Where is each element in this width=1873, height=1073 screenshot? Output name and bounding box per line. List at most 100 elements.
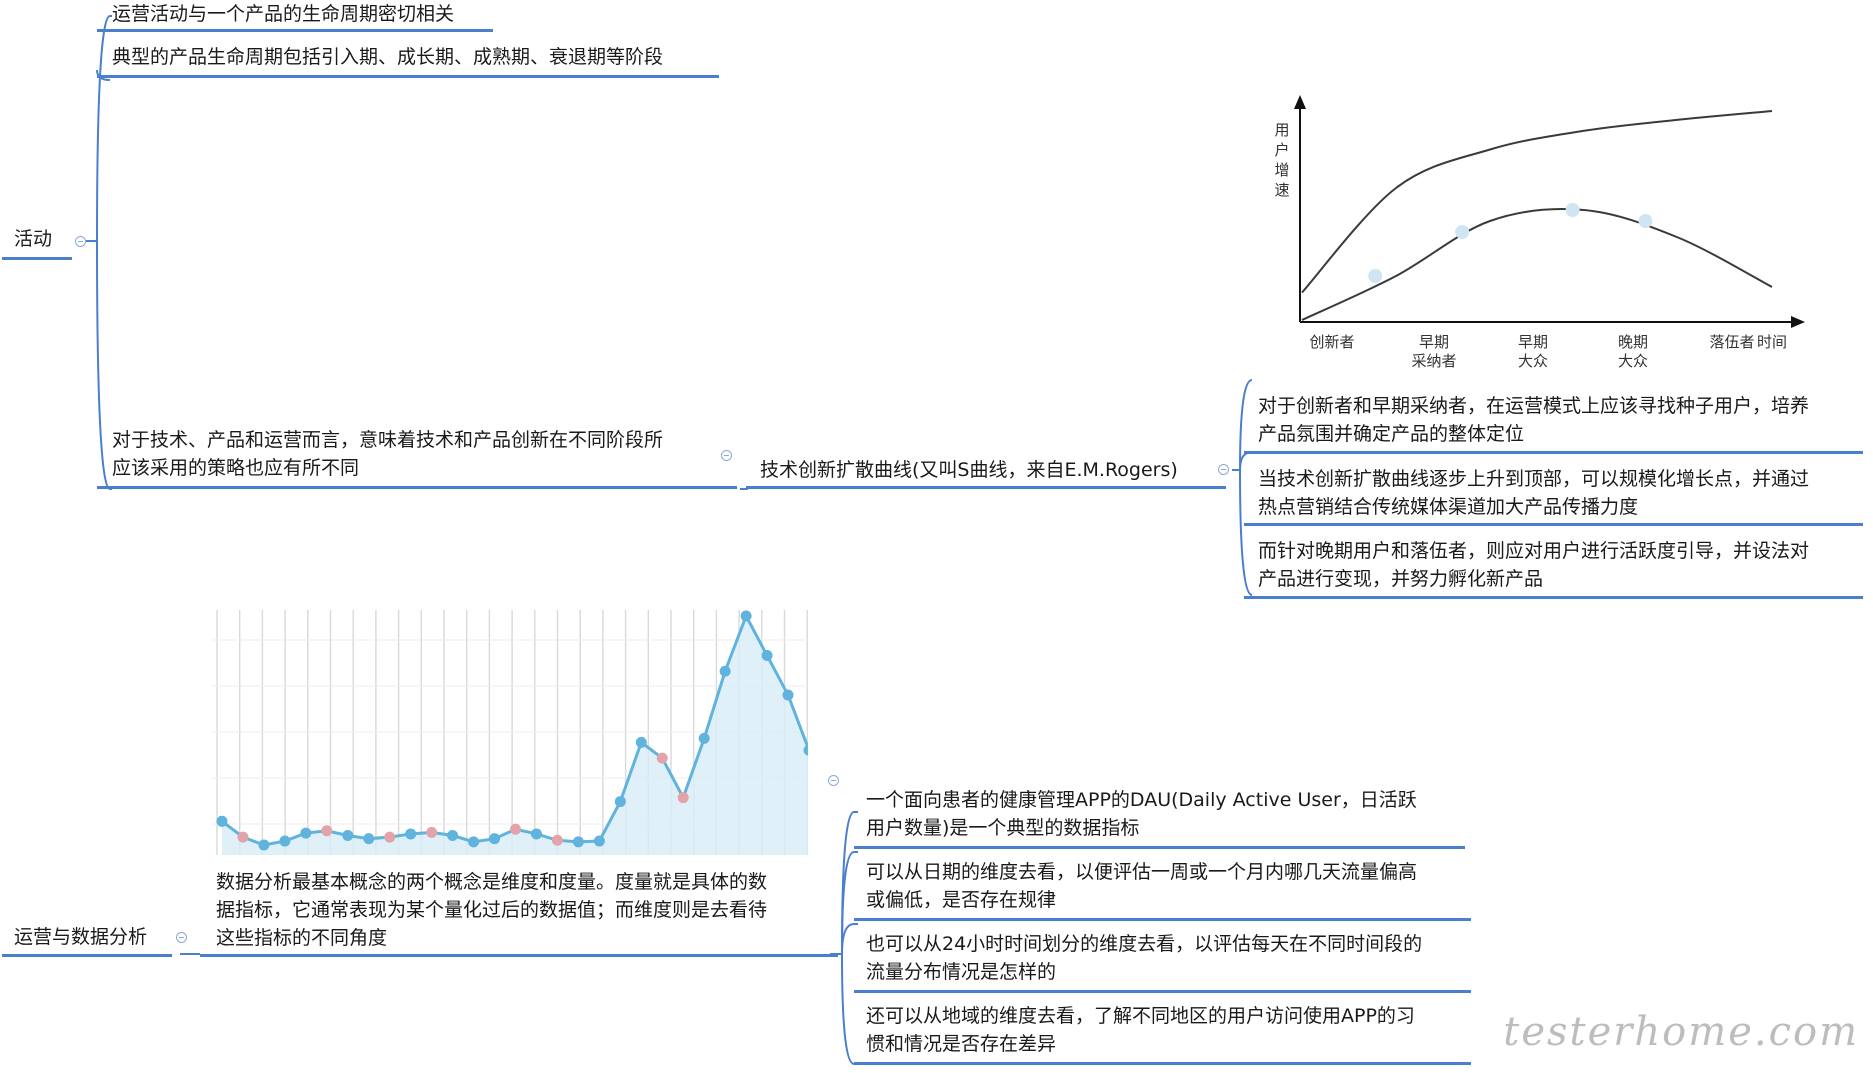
node-concept-line1: 数据分析最基本概念的两个概念是维度和度量。度量就是具体的数: [216, 871, 768, 893]
point-hour-dimension[interactable]: 也可以从24小时时间划分的维度去看，以评估每天在不同时间段的 流量分布情况是怎样…: [866, 930, 1422, 986]
node-lifecycle-underline: [97, 29, 493, 32]
point-date-line1: 可以从日期的维度去看，以便评估一周或一个月内哪几天流量偏高: [866, 861, 1418, 883]
note-innovators-line2: 产品氛围并确定产品的整体定位: [1258, 423, 1525, 445]
dau-point: [677, 792, 689, 804]
node-diffusion[interactable]: 技术创新扩散曲线(又叫S曲线，来自E.M.Rogers): [760, 456, 1178, 484]
x-tick-label: 落伍者: [1709, 333, 1754, 351]
dau-point: [614, 796, 626, 808]
node-stages-text: 典型的产品生命周期包括引入期、成长期、成熟期、衰退期等阶段: [112, 46, 664, 68]
point-hour-line1: 也可以从24小时时间划分的维度去看，以评估每天在不同时间段的: [866, 933, 1423, 955]
point-date-underline: [854, 918, 1471, 921]
dau-point: [530, 828, 542, 840]
y-axis-label: 速: [1274, 181, 1289, 199]
node-strategy[interactable]: 对于技术、产品和运营而言，意味着技术和产品创新在不同阶段所 应该采用的策略也应有…: [112, 426, 663, 482]
curve-marker: [1368, 269, 1383, 283]
x-tick-label: 创新者: [1309, 333, 1354, 351]
x-tick-label: 早期: [1518, 333, 1548, 351]
collapse-toggle-icon[interactable]: [721, 450, 732, 461]
topic-data-analysis[interactable]: 运营与数据分析: [14, 923, 147, 951]
x-tick-label: 大众: [1518, 352, 1548, 370]
node-stages-underline: [97, 75, 719, 78]
node-diffusion-underline: [746, 486, 1226, 489]
dau-point: [656, 752, 668, 764]
point-region-line2: 惯和情况是否存在差异: [866, 1033, 1057, 1055]
node-concept-underline: [200, 954, 838, 957]
node-concept-line3: 这些指标的不同角度: [216, 927, 388, 949]
node-stages[interactable]: 典型的产品生命周期包括引入期、成长期、成熟期、衰退期等阶段: [112, 43, 663, 71]
note-laggards[interactable]: 而针对晚期用户和落伍者，则应对用户进行活跃度引导，并设法对 产品进行变现，并努力…: [1258, 537, 1809, 593]
dau-point: [593, 835, 605, 847]
point-dau-line2: 用户数量)是一个典型的数据指标: [866, 817, 1140, 839]
dau-point: [447, 830, 459, 842]
dau-point: [761, 649, 773, 661]
note-peak[interactable]: 当技术创新扩散曲线逐步上升到顶部，可以规模化增长点，并通过 热点营销结合传统媒体…: [1258, 465, 1809, 521]
point-region-underline: [854, 1062, 1471, 1065]
dau-point: [216, 815, 228, 827]
node-lifecycle[interactable]: 运营活动与一个产品的生命周期密切相关: [112, 0, 454, 28]
x-tick-label: 大众: [1618, 352, 1648, 370]
node-strategy-line1: 对于技术、产品和运营而言，意味着技术和产品创新在不同阶段所: [112, 429, 664, 451]
topic-activity-underline: [2, 257, 72, 260]
dau-point: [237, 831, 249, 843]
note-innovators[interactable]: 对于创新者和早期采纳者，在运营模式上应该寻找种子用户，培养 产品氛围并确定产品的…: [1258, 392, 1809, 448]
dau-line-chart: [213, 610, 808, 855]
x-tick-label: 早期: [1419, 333, 1449, 351]
y-axis-label: 增: [1274, 161, 1289, 179]
dau-point: [426, 826, 438, 838]
note-innovators-underline: [1244, 451, 1863, 454]
y-axis-label: 用: [1274, 121, 1289, 139]
dau-point: [782, 689, 794, 701]
dau-area: [222, 616, 808, 855]
node-strategy-line2: 应该采用的策略也应有所不同: [112, 457, 360, 479]
topic-data-analysis-label: 运营与数据分析: [14, 926, 148, 948]
dau-point: [551, 834, 563, 846]
dau-point: [363, 833, 375, 845]
note-laggards-line2: 产品进行变现，并努力孵化新产品: [1258, 568, 1544, 590]
collapse-toggle-icon[interactable]: [75, 236, 86, 247]
dau-point: [342, 830, 354, 842]
collapse-toggle-icon[interactable]: [828, 775, 839, 786]
note-peak-line1: 当技术创新扩散曲线逐步上升到顶部，可以规模化增长点，并通过: [1258, 468, 1810, 490]
point-region-dimension[interactable]: 还可以从地域的维度去看，了解不同地区的用户访问使用APP的习 惯和情况是否存在差…: [866, 1002, 1415, 1058]
dau-point: [489, 833, 501, 845]
dau-point: [635, 736, 647, 748]
dau-point: [719, 665, 731, 677]
dau-point: [405, 828, 417, 840]
note-peak-underline: [1244, 523, 1863, 526]
note-laggards-line1: 而针对晚期用户和落伍者，则应对用户进行活跃度引导，并设法对: [1258, 540, 1810, 562]
note-peak-line2: 热点营销结合传统媒体渠道加大产品传播力度: [1258, 496, 1639, 518]
y-axis-label: 户: [1274, 141, 1289, 159]
dau-point: [510, 823, 521, 835]
topic-activity[interactable]: 活动: [14, 225, 52, 253]
node-concept[interactable]: 数据分析最基本概念的两个概念是维度和度量。度量就是具体的数 据指标，它通常表现为…: [216, 868, 767, 952]
topic-data-analysis-underline: [2, 954, 172, 957]
y-axis-arrow-icon: [1294, 95, 1306, 109]
curve-marker: [1455, 225, 1470, 239]
node-concept-line2: 据指标，它通常表现为某个量化过后的数据值；而维度则是去看待: [216, 899, 768, 921]
note-innovators-line1: 对于创新者和早期采纳者，在运营模式上应该寻找种子用户，培养: [1258, 395, 1810, 417]
series-line-0: [1301, 208, 1773, 321]
topic-activity-label: 活动: [14, 228, 53, 250]
point-date-line2: 或偏低，是否存在规律: [866, 889, 1057, 911]
node-diffusion-text: 技术创新扩散曲线(又叫S曲线，来自E.M.Rogers): [760, 459, 1178, 481]
node-strategy-underline: [97, 486, 737, 489]
dau-point: [384, 831, 396, 843]
curve-marker: [1638, 214, 1653, 228]
point-dau[interactable]: 一个面向患者的健康管理APP的DAU(Daily Active User，日活跃…: [866, 786, 1417, 842]
dau-point: [740, 610, 752, 622]
dau-point: [300, 827, 312, 839]
x-axis-label: 时间: [1757, 333, 1787, 351]
dau-point: [698, 732, 710, 744]
collapse-toggle-icon[interactable]: [1218, 464, 1229, 475]
point-hour-line2: 流量分布情况是怎样的: [866, 961, 1057, 983]
point-dau-line1: 一个面向患者的健康管理APP的DAU(Daily Active User，日活跃: [866, 789, 1417, 811]
collapse-toggle-icon[interactable]: [176, 932, 187, 943]
series-line-1: [1301, 110, 1773, 294]
point-hour-underline: [854, 990, 1471, 993]
dau-point: [572, 836, 584, 848]
s-curve-chart: 用户增速创新者 早期采纳者早期大众晚期大众落伍者 时间: [1274, 95, 1805, 370]
watermark: testerhome.com: [1503, 1009, 1859, 1055]
x-tick-label: 晚期: [1618, 333, 1648, 351]
point-region-line1: 还可以从地域的维度去看，了解不同地区的用户访问使用APP的习: [866, 1005, 1415, 1027]
point-date-dimension[interactable]: 可以从日期的维度去看，以便评估一周或一个月内哪几天流量偏高 或偏低，是否存在规律: [866, 858, 1417, 914]
